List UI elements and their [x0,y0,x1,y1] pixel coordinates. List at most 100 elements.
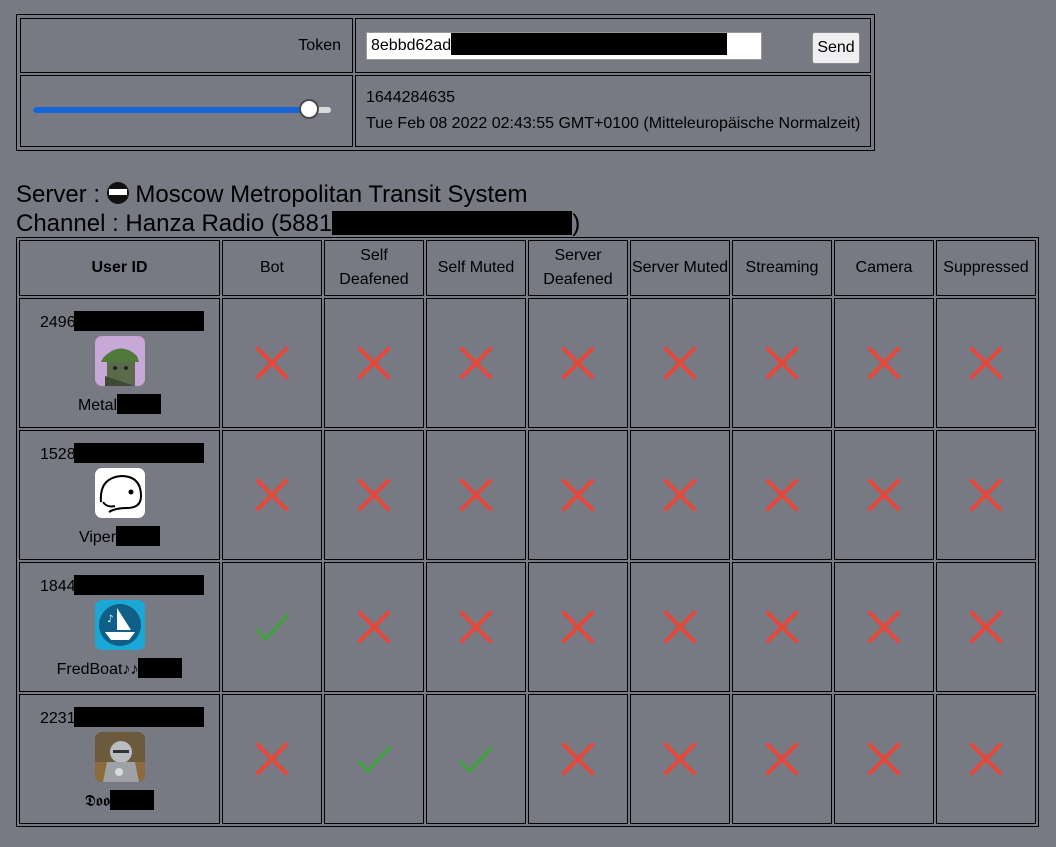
flag-cell-server-muted [630,298,730,428]
flag-cell-streaming [732,298,832,428]
header-word: Self [360,247,388,264]
flag-cell-camera [834,430,934,560]
cross-icon [733,742,831,776]
flag-cell-self-muted [426,430,526,560]
user-cell: 1844 ♪ FredBoat♪♪ [19,562,220,692]
cross-icon [529,742,627,776]
user-id-text: 2496 [40,314,76,331]
voice-state-table: User ID Bot Self Deafened Self Muted Server De… [16,237,1039,827]
user-name: Metal [20,393,219,415]
flag-cell-server-deafened [528,298,628,428]
doodle-face-avatar [95,468,145,518]
cross-icon [631,478,729,512]
control-table: Token 8ebbd62ad Send 1644284635 Tue Feb … [16,14,875,151]
flag-cell-bot [222,298,322,428]
header-self-deafened: Self Deafened [324,240,424,296]
cross-icon [427,610,525,644]
redaction-bar [451,33,728,56]
cross-icon [835,346,933,380]
channel-line: Channel : Hanza Radio (5881) [16,209,580,238]
cross-icon [529,346,627,380]
cross-icon [529,478,627,512]
time-slider[interactable] [33,107,331,113]
redaction-bar [332,210,573,235]
flag-cell-suppressed [936,298,1036,428]
user-cell: 2496 Metal [19,298,220,428]
flag-cell-server-deafened [528,430,628,560]
cross-icon [325,610,423,644]
flag-cell-bot [222,430,322,560]
unix-timestamp: 1644284635 [366,89,455,106]
cross-icon [937,346,1035,380]
flag-cell-self-deafened [324,430,424,560]
token-input[interactable]: 8ebbd62ad [366,32,762,60]
time-slider-thumb[interactable] [299,99,320,119]
user-name: Viper [20,525,219,547]
flag-cell-self-muted [426,562,526,692]
flag-cell-camera [834,694,934,824]
cross-icon [223,346,321,380]
flag-cell-self-deafened [324,298,424,428]
redaction-bar [117,393,162,414]
token-value: 8ebbd62ad [371,37,452,54]
server-line: Server : Moscow Metropolitan Transit Sys… [16,180,580,209]
flag-cell-self-deafened [324,562,424,692]
redaction-bar [116,525,161,546]
user-name-text: Viper [78,529,117,546]
table-header-row: User ID Bot Self Deafened Self Muted Server De… [19,240,1036,296]
user-id: 1844 [40,574,204,596]
user-id: 2496 [40,310,204,332]
cross-icon [631,610,729,644]
server-channel-header: Server : Moscow Metropolitan Transit Sys… [16,180,580,238]
user-id-text: 1528 [40,446,76,463]
flag-cell-suppressed [936,562,1036,692]
table-row: 2231 𝕯𝖔𝖔 [19,694,1036,824]
cross-icon [733,610,831,644]
flag-cell-suppressed [936,430,1036,560]
flag-cell-self-muted [426,694,526,824]
header-self-muted: Self Muted [426,240,526,296]
cross-icon [325,346,423,380]
cross-icon [631,346,729,380]
table-row: 2496 Metal [19,298,1036,428]
cross-icon [835,742,933,776]
table-row: 1528 Viper [19,430,1036,560]
flag-cell-self-deafened [324,694,424,824]
flag-cell-bot [222,562,322,692]
send-button[interactable]: Send [812,32,860,64]
user-name-text: FredBoat♪♪ [56,661,139,678]
cross-icon [427,478,525,512]
user-id: 2231 [40,706,204,728]
cross-icon [937,742,1035,776]
boat-music-avatar: ♪ [95,600,145,650]
channel-prefix: Channel : [16,210,119,237]
flag-cell-camera [834,298,934,428]
redaction-bar [138,657,183,678]
cross-icon [427,346,525,380]
user-name: FredBoat♪♪ [20,657,219,679]
header-suppressed: Suppressed [936,240,1036,296]
table-row: 1844 ♪ FredBoat♪♪ [19,562,1036,692]
redaction-bar [110,789,155,810]
cross-icon [325,478,423,512]
channel-name: Hanza Radio (5881 [125,210,333,237]
green-cap-avatar [95,336,145,386]
knight-armor-avatar [95,732,145,782]
server-name: Moscow Metropolitan Transit System [135,181,528,208]
cross-icon [937,610,1035,644]
cross-icon [223,742,321,776]
flag-cell-bot [222,694,322,824]
table-body: 2496 Metal 1528 Viper 1844 ♪ FredBoat♪♪ 2231 𝕯𝖔𝖔 [19,298,1036,824]
header-user-id: User ID [19,240,220,296]
cross-icon [835,478,933,512]
flag-cell-server-deafened [528,562,628,692]
check-icon [223,611,321,643]
user-cell: 1528 Viper [19,430,220,560]
user-id-text: 2231 [40,710,76,727]
check-icon [325,743,423,775]
flag-cell-streaming [732,430,832,560]
header-server-muted: Server Muted [630,240,730,296]
check-icon [427,743,525,775]
flag-cell-suppressed [936,694,1036,824]
time-display: 1644284635 Tue Feb 08 2022 02:43:55 GMT+… [355,75,871,147]
